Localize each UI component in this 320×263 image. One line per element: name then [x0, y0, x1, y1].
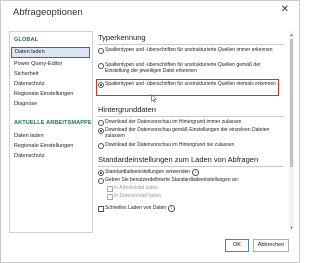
radio-button[interactable] [98, 142, 104, 149]
divider [98, 44, 284, 45]
sidebar-item-diagnose[interactable]: Diagnose [14, 101, 37, 107]
scroll-down-icon[interactable]: ▼ [290, 225, 294, 230]
radio-button-selected[interactable] [98, 169, 104, 176]
hintergrund-option-always[interactable]: Download der Datenvorschau im Hintergrun… [98, 119, 278, 126]
info-icon: i [168, 205, 175, 212]
scroll-up-icon[interactable]: ▲ [290, 32, 294, 37]
hintergrund-option-per-file[interactable]: Download der Datenvorschau gemäß Einstel… [98, 127, 278, 140]
radio-button[interactable] [98, 47, 104, 54]
typerkennung-option-always[interactable]: Spaltentypen und -überschriften für unst… [98, 47, 278, 54]
hintergrund-option-never[interactable]: Download der Datenvorschau im Hintergrun… [98, 142, 278, 149]
ok-button[interactable]: OK [225, 239, 249, 252]
sidebar-item-regionale-einstellungen-global[interactable]: Regionale Einstellungen [14, 91, 73, 97]
sidebar-item-power-query-editor[interactable]: Power Query-Editor [14, 61, 62, 67]
standard-heading: Standardeinstellungen zum Laden von Abfr… [98, 155, 259, 164]
sidebar-item-daten-laden-workbook[interactable]: Daten laden [14, 133, 44, 139]
divider [98, 116, 284, 117]
standard-option-default[interactable]: Standardladeeinstellungen verwenden i [98, 169, 278, 176]
sidebar-item-regionale-einstellungen-workbook[interactable]: Regionale Einstellungen [14, 143, 73, 149]
schnelles-laden-option[interactable]: Schnelles Laden von Daten i [98, 205, 278, 212]
dialog-title: Abfrageoptionen [13, 7, 83, 18]
workbook-heading: AKTUELLE ARBEITSMAPPE [14, 120, 92, 126]
typerkennung-option-per-file[interactable]: Spaltentypen und -überschriften für unst… [98, 62, 278, 75]
sidebar-item-datenschutz-workbook[interactable]: Datenschutz [14, 153, 45, 159]
hintergrunddaten-heading: Hintergrunddaten [98, 105, 156, 114]
radio-button[interactable] [98, 119, 104, 126]
cancel-button[interactable]: Abbrechen [253, 239, 289, 252]
divider [98, 166, 284, 167]
radio-button[interactable] [98, 177, 104, 184]
highlight-box [96, 79, 279, 96]
mouse-cursor-icon [151, 94, 157, 103]
sidebar-item-sicherheit[interactable]: Sicherheit [14, 71, 38, 77]
standard-option-custom[interactable]: Geben Sie benutzerdefinierte Standardlad… [98, 177, 278, 184]
checkbox[interactable] [98, 205, 104, 212]
radio-button[interactable] [98, 62, 104, 69]
scroll-thumb[interactable] [290, 39, 293, 167]
info-icon: i [192, 169, 199, 176]
global-heading: GLOBAL [14, 37, 39, 43]
typerkennung-heading: Typerkennung [98, 33, 146, 42]
sub-option-arbeitsblatt[interactable]: In Arbeitsblatt laden [107, 185, 287, 192]
radio-button-selected[interactable] [98, 127, 104, 134]
vertical-scrollbar[interactable]: ▲ ▼ [289, 31, 294, 231]
options-content: Typerkennung Spaltentypen und -überschri… [96, 31, 288, 231]
query-options-dialog: Abfrageoptionen ✕ GLOBAL Daten laden Pow… [0, 0, 300, 263]
sidebar-item-daten-laden-global[interactable]: Daten laden [11, 47, 90, 58]
close-icon[interactable]: ✕ [281, 5, 289, 15]
sidebar-item-datenschutz-global[interactable]: Datenschutz [14, 81, 45, 87]
sub-option-datenmodell[interactable]: In Datenmodell laden [107, 193, 287, 200]
sidebar: GLOBAL Daten laden Power Query-Editor Si… [9, 31, 93, 233]
checkbox[interactable] [107, 185, 113, 192]
checkbox[interactable] [107, 193, 113, 200]
